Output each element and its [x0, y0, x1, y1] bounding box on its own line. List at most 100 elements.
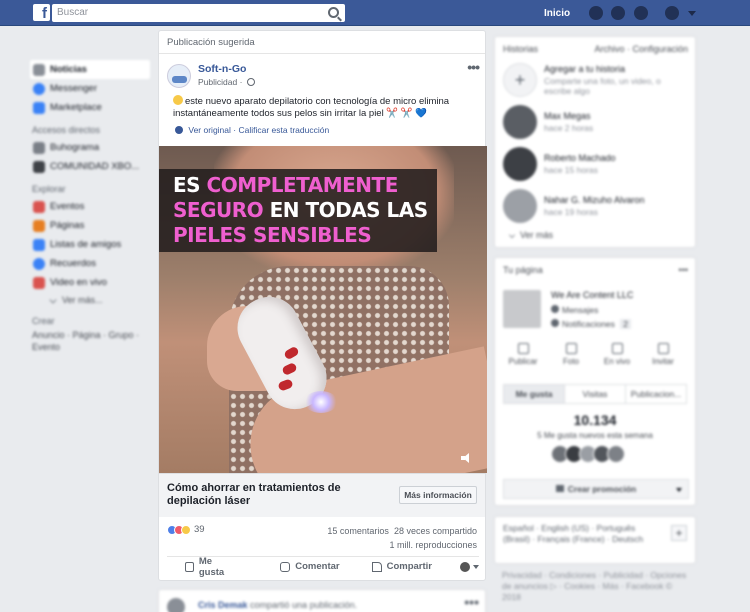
notification-count-badge: 2	[620, 319, 632, 329]
publish-button[interactable]: Publicar	[503, 343, 543, 366]
language-links[interactable]: Español · English (US) · Português (Bras…	[503, 523, 663, 545]
chevron-down-icon	[49, 296, 57, 304]
page-name-link[interactable]: We Are Content LLC	[551, 290, 633, 300]
notifications-icon[interactable]	[634, 6, 648, 20]
nav-item-live-video[interactable]: Video en vivo	[30, 273, 150, 292]
tab-likes[interactable]: Me gusta	[504, 385, 565, 403]
shares-count-link[interactable]: 28 veces compartido	[394, 526, 477, 536]
suggested-post-label: Publicación sugerida	[159, 31, 485, 54]
caret-down-icon[interactable]	[676, 488, 682, 492]
add-story[interactable]: + Agregar a tu historia Comparte una fot…	[503, 63, 683, 97]
page-name-link[interactable]: Soft-n-Go	[198, 63, 246, 75]
avatar[interactable]	[607, 445, 625, 463]
comments-count-link[interactable]: 15 comentarios	[327, 526, 389, 536]
caption-text: ES	[173, 173, 207, 197]
like-button[interactable]: Me gusta	[185, 556, 234, 578]
notifications-link[interactable]: Notificaciones 2	[551, 319, 632, 329]
nav-item-shortcut-comunidad[interactable]: COMUNIDAD XBO...	[30, 157, 150, 176]
post-header-text: Cris Demak compartió una publicación.	[198, 600, 357, 610]
profile-avatar-icon	[460, 561, 470, 572]
tab-posts[interactable]: Publicacion...	[626, 385, 686, 403]
live-button[interactable]: En vivo	[597, 343, 637, 366]
footer-links[interactable]: Privacidad · Condiciones · Publicidad · …	[502, 570, 692, 603]
reaction-profile-selector[interactable]	[460, 561, 479, 572]
reactions-summary[interactable]: 39	[167, 524, 205, 535]
caption-line-2: SEGURO EN TODAS LAS	[173, 198, 437, 223]
nav-item-label: Marketplace	[50, 102, 102, 113]
stories-card: Historias Archivo · Configuración + Agre…	[494, 36, 696, 248]
speaker-icon[interactable]	[461, 453, 473, 463]
your-page-options-icon[interactable]: •••	[679, 265, 688, 275]
nav-item-memories[interactable]: Recuerdos	[30, 254, 150, 273]
messages-label: Mensajes	[562, 305, 599, 315]
nav-item-friend-lists[interactable]: Listas de amigos	[30, 235, 150, 254]
story-item[interactable]: Max Megas hace 2 horas	[503, 105, 683, 139]
page-stats-tabs: Me gusta Visitas Publicacion...	[503, 384, 687, 404]
cta-title[interactable]: Cómo ahorrar en tratamientos de depilaci…	[167, 482, 367, 508]
invite-button[interactable]: Invitar	[643, 343, 683, 366]
nav-item-pages[interactable]: Páginas	[30, 216, 150, 235]
add-language-plus-icon[interactable]: +	[671, 525, 687, 541]
photo-button[interactable]: Foto	[551, 343, 591, 366]
post-options-icon[interactable]: •••	[467, 59, 480, 75]
search-input[interactable]: Buscar	[52, 4, 345, 22]
archive-link[interactable]: Archivo	[594, 44, 624, 54]
settings-link[interactable]: Configuración	[632, 44, 688, 54]
create-links[interactable]: Anuncio · Página · Grupo · Evento	[30, 329, 150, 353]
call-to-action-box[interactable]: Cómo ahorrar en tratamientos de depilaci…	[159, 473, 485, 517]
nav-item-shortcut-buhograma[interactable]: Buhograma	[30, 138, 150, 157]
marketplace-icon	[33, 101, 45, 114]
see-original-link[interactable]: Ver original	[188, 125, 231, 135]
page-logo[interactable]	[503, 290, 541, 328]
messages-link[interactable]: Mensajes	[551, 305, 598, 315]
top-navigation-bar: f Buscar Inicio	[0, 0, 750, 26]
stories-see-more[interactable]: Ver más	[509, 230, 553, 240]
help-icon[interactable]	[665, 6, 679, 20]
megaphone-icon	[555, 485, 564, 492]
nav-item-messenger[interactable]: Messenger	[30, 79, 150, 98]
friend-requests-icon[interactable]	[589, 6, 603, 20]
story-time: hace 19 horas	[544, 207, 598, 217]
comment-label: Comentar	[295, 561, 340, 572]
post-video[interactable]: ES COMPLETAMENTE SEGURO EN TODAS LAS PIE…	[159, 146, 487, 473]
story-avatar	[503, 105, 537, 139]
post-text: este nuevo aparato depilatorio con tecno…	[173, 95, 473, 120]
messages-icon[interactable]	[611, 6, 625, 20]
next-post: Cris Demak compartió una publicación. ••…	[158, 589, 486, 612]
add-story-plus-icon: +	[503, 63, 537, 97]
gear-icon[interactable]	[175, 126, 183, 134]
page-avatar[interactable]	[167, 64, 191, 88]
sponsored-text: Publicidad	[198, 77, 238, 87]
invite-icon	[657, 343, 669, 354]
home-link[interactable]: Inicio	[544, 8, 570, 19]
search-icon[interactable]	[328, 7, 339, 18]
share-button[interactable]: Compartir	[371, 561, 432, 572]
author-avatar[interactable]	[167, 598, 185, 612]
reaction-count: 39	[194, 524, 205, 535]
facebook-logo[interactable]: f	[33, 4, 50, 22]
post-options-icon[interactable]: •••	[464, 594, 479, 610]
calendar-icon	[33, 200, 45, 213]
nav-item-news-feed[interactable]: Noticias	[30, 60, 150, 79]
create-promotion-button[interactable]: Crear promoción	[503, 479, 689, 499]
nav-item-label: Noticias	[50, 64, 87, 75]
story-item[interactable]: Nahar G. Mizuho Alvaron hace 19 horas	[503, 189, 683, 223]
caption-text: EN TODAS LAS	[263, 198, 429, 222]
nav-item-marketplace[interactable]: Marketplace	[30, 98, 150, 117]
story-avatar	[503, 189, 537, 223]
author-name-link[interactable]: Cris Demak	[198, 600, 248, 610]
friends-list-icon	[33, 238, 45, 251]
group-icon	[33, 160, 45, 173]
suggested-post: Publicación sugerida Soft-n-Go Publicida…	[158, 30, 487, 581]
live-video-icon	[611, 343, 623, 354]
learn-more-button[interactable]: Más información	[399, 486, 477, 504]
tab-visits[interactable]: Visitas	[565, 385, 626, 403]
new-likers-avatars	[551, 445, 625, 463]
rate-translation-link[interactable]: Calificar esta traducción	[238, 125, 329, 135]
account-menu-arrow-icon[interactable]	[688, 11, 696, 16]
comment-button[interactable]: Comentar	[280, 561, 340, 572]
see-more-link[interactable]: Ver más...	[30, 292, 150, 308]
quick-action-label: Invitar	[652, 357, 674, 366]
story-item[interactable]: Roberto Machado hace 15 horas	[503, 147, 683, 181]
nav-item-events[interactable]: Eventos	[30, 197, 150, 216]
